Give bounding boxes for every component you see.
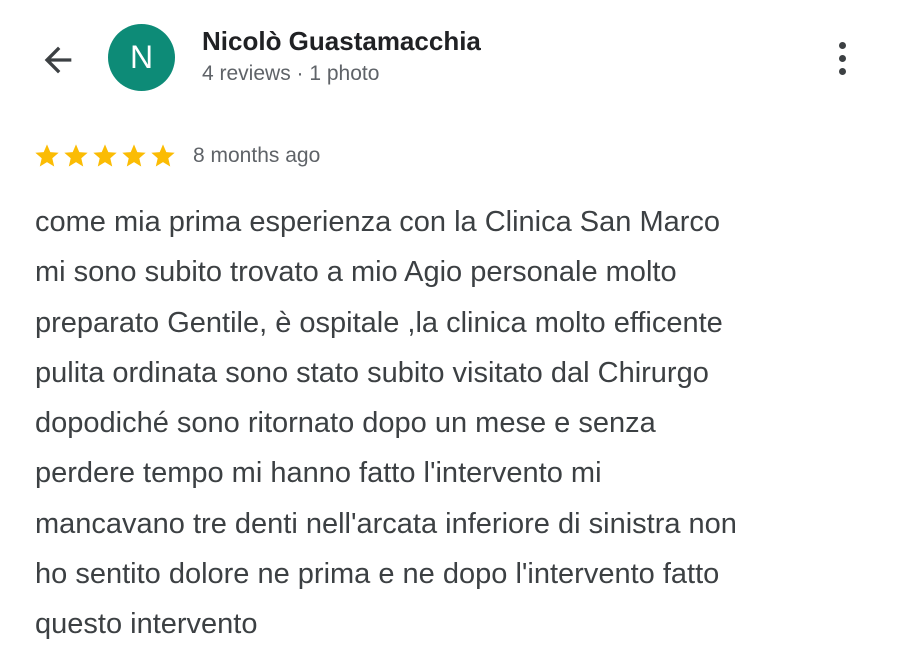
star-rating <box>33 142 177 170</box>
review-date: 8 months ago <box>193 144 321 167</box>
review-text: come mia prima esperienza con la Clinica… <box>35 206 737 641</box>
star-icon <box>151 144 175 167</box>
more-options-button[interactable] <box>820 36 864 80</box>
more-vert-icon-dot <box>838 67 846 75</box>
back-button[interactable] <box>34 36 82 84</box>
reviewer-name[interactable]: Nicolò Guastamacchia <box>202 26 481 57</box>
reviewer-stats: 4 reviews · 1 photo <box>202 62 380 85</box>
star-icon <box>93 144 117 167</box>
more-vert-icon-dot <box>838 54 846 62</box>
star-icon <box>35 144 59 167</box>
reviewer-header: N Nicolò Guastamacchia 4 reviews · 1 pho… <box>0 0 900 110</box>
avatar-letter: N <box>129 39 154 75</box>
star-icon <box>122 144 146 167</box>
avatar[interactable]: N <box>108 24 175 91</box>
arrow-back-icon <box>44 46 72 74</box>
review-rating-row: 8 months ago <box>33 140 320 172</box>
star-icon <box>64 144 88 167</box>
more-vert-icon-dot <box>838 41 846 49</box>
